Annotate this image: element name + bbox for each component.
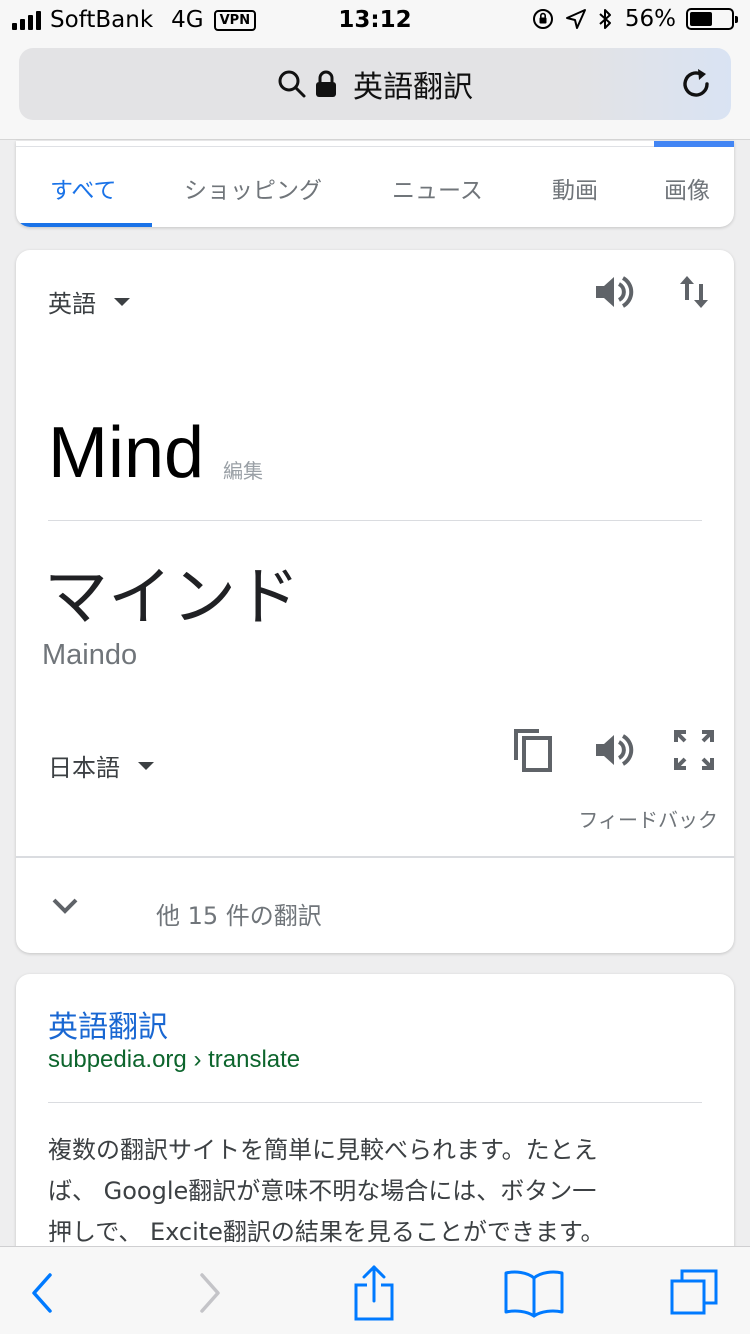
search-icon — [278, 70, 306, 98]
source-language-select[interactable]: 英語 — [48, 284, 130, 319]
reload-button[interactable] — [679, 66, 715, 102]
swap-languages-button[interactable] — [672, 268, 716, 316]
speaker-icon — [596, 734, 634, 766]
back-button[interactable] — [12, 1267, 72, 1319]
fullscreen-button[interactable] — [670, 726, 718, 774]
address-content: 英語翻訳 — [19, 48, 731, 120]
status-bar: SoftBank 4G VPN 13:12 56% — [0, 0, 750, 42]
snippet-line: 複数の翻訳サイトを簡単に見較べられます。たとえ — [48, 1136, 598, 1164]
translation-card: 英語 Mind 編集 マインド Maindo 日本語 フィードバック 他 15 … — [16, 250, 734, 953]
feedback-link[interactable]: フィードバック — [578, 804, 718, 833]
target-speaker-button[interactable] — [590, 726, 638, 774]
result-url[interactable]: subpedia.org › translate — [48, 1046, 300, 1074]
tab-images[interactable]: 画像 — [664, 171, 710, 205]
tab-videos[interactable]: 動画 — [552, 171, 598, 205]
battery-percent: 56% — [624, 6, 676, 32]
search-result: 英語翻訳 subpedia.org › translate 複数の翻訳サイトを簡… — [16, 974, 734, 1274]
snippet-line: ば、 Google翻訳が意味不明な場合には、ボタン一 — [48, 1177, 597, 1205]
speaker-icon — [596, 276, 634, 308]
reload-icon — [683, 69, 709, 97]
tabs-top-border — [16, 141, 734, 147]
target-language-label: 日本語 — [48, 754, 120, 782]
romanization: Maindo — [42, 639, 138, 671]
browser-top-bar: 英語翻訳 — [0, 42, 750, 140]
translation-divider — [48, 520, 702, 521]
dropdown-caret-icon — [138, 761, 154, 770]
browser-toolbar — [0, 1246, 750, 1334]
translated-text: マインド — [44, 561, 300, 635]
search-tabs: すべて ショッピング ニュース 動画 画像 — [16, 141, 734, 227]
bluetooth-icon — [599, 9, 611, 29]
address-bar[interactable]: 英語翻訳 — [19, 48, 731, 120]
dropdown-caret-icon — [114, 297, 130, 306]
tab-all[interactable]: すべて — [50, 171, 116, 205]
share-icon — [354, 1265, 394, 1321]
target-language-select[interactable]: 日本語 — [48, 748, 154, 783]
lock-icon — [316, 70, 336, 97]
share-button[interactable] — [344, 1265, 404, 1321]
tab-news[interactable]: ニュース — [392, 171, 483, 205]
tabs-icon — [670, 1269, 718, 1315]
result-title-link[interactable]: 英語翻訳 — [48, 1002, 168, 1046]
forward-icon — [200, 1273, 220, 1313]
page-title: 英語翻訳 — [353, 70, 473, 105]
more-translations-label: 他 15 件の翻訳 — [156, 902, 322, 930]
bookmarks-icon — [504, 1270, 564, 1318]
result-divider — [48, 1102, 702, 1103]
copy-button[interactable] — [508, 724, 558, 776]
forward-button[interactable] — [180, 1267, 240, 1319]
edit-link[interactable]: 編集 — [223, 455, 263, 484]
status-right: 56% — [531, 6, 738, 32]
battery-level — [690, 12, 713, 26]
chevron-down-icon — [52, 898, 78, 914]
source-text[interactable]: Mind — [48, 412, 204, 494]
fullscreen-icon — [674, 730, 714, 770]
more-translations-row[interactable]: 他 15 件の翻訳 — [16, 858, 734, 953]
source-speaker-button[interactable] — [590, 268, 638, 316]
back-icon — [32, 1273, 52, 1313]
tabs-accent-corner — [654, 141, 734, 147]
source-language-label: 英語 — [48, 290, 96, 318]
active-tab-indicator — [16, 223, 152, 227]
copy-icon — [514, 729, 552, 772]
result-snippet: 複数の翻訳サイトを簡単に見較べられます。たとえ ば、 Google翻訳が意味不明… — [48, 1130, 708, 1253]
battery-icon — [686, 8, 738, 30]
orientation-lock-icon — [532, 9, 553, 29]
tab-shopping[interactable]: ショッピング — [184, 171, 322, 205]
swap-languages-icon — [680, 276, 708, 308]
tabs-button[interactable] — [664, 1267, 724, 1319]
location-icon — [565, 9, 586, 29]
bookmarks-button[interactable] — [500, 1267, 568, 1319]
